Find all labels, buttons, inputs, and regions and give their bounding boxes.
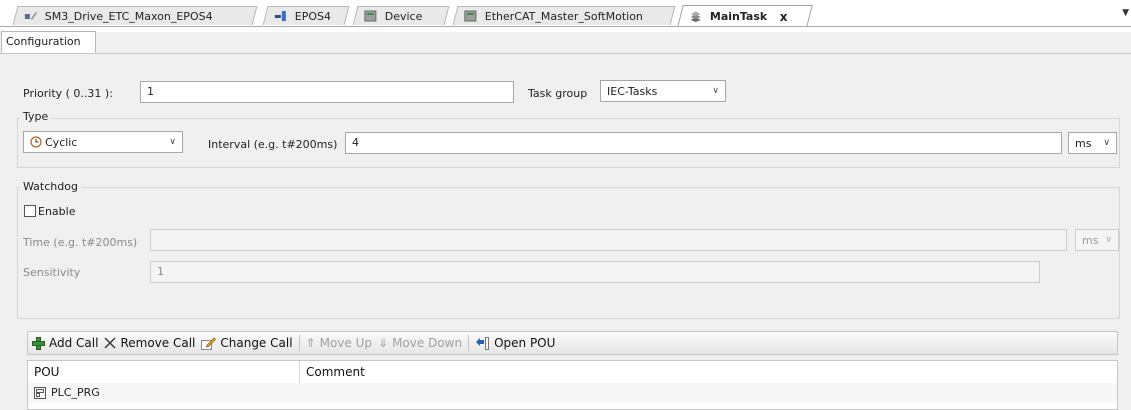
- watchdog-time-unit-select[interactable]: ms ∨: [1075, 229, 1119, 251]
- watchdog-sensitivity-label: Sensitivity: [23, 266, 81, 279]
- remove-x-icon: [104, 337, 116, 349]
- interval-unit-select[interactable]: ms ∨: [1068, 132, 1117, 154]
- content-divider: [0, 53, 1131, 54]
- tab-ethercat-master[interactable]: EtherCAT_Master_SoftMotion: [452, 6, 676, 25]
- column-header-pou[interactable]: POU: [28, 361, 300, 383]
- watchdog-time-label: Time (e.g. t#200ms): [23, 236, 138, 249]
- move-up-label: Move Up: [319, 336, 373, 350]
- watchdog-sensitivity-input[interactable]: 1: [150, 261, 1040, 283]
- priority-label: Priority ( 0..31 ):: [23, 87, 113, 100]
- move-down-label: Move Down: [392, 336, 463, 350]
- task-group-select[interactable]: IEC-Tasks ∨: [600, 80, 726, 102]
- drive-icon: [24, 12, 37, 20]
- task-group-label: Task group: [528, 87, 588, 100]
- watchdog-groupbox: [17, 187, 1120, 319]
- open-pou-icon: [476, 336, 490, 350]
- tab-epos4[interactable]: EPOS4: [262, 6, 350, 25]
- arrow-up-icon: ⇑: [305, 336, 316, 350]
- task-icon: [690, 11, 701, 22]
- tab-strip-divider: [0, 26, 1131, 27]
- tab-configuration[interactable]: Configuration: [1, 31, 96, 53]
- tab-label: Device: [384, 9, 423, 23]
- move-up-button[interactable]: ⇑ Move Up: [306, 336, 372, 350]
- open-pou-label: Open POU: [494, 336, 556, 350]
- program-icon: [34, 387, 46, 399]
- clock-icon: [30, 136, 42, 148]
- type-group-title: Type: [20, 110, 52, 123]
- chevron-down-icon: ∨: [1103, 138, 1110, 148]
- watchdog-time-input[interactable]: [150, 229, 1067, 251]
- pou-call-toolbar: Add Call Remove Call Change Call ⇑ Move …: [27, 331, 1118, 355]
- device-icon: [364, 10, 377, 22]
- change-call-label: Change Call: [220, 336, 293, 350]
- remove-call-button[interactable]: Remove Call: [104, 336, 195, 350]
- pou-cell: PLC_PRG: [51, 386, 100, 399]
- arrow-down-icon: ⇓: [378, 336, 389, 350]
- tab-maintask[interactable]: MainTask x: [677, 5, 813, 27]
- tab-list-dropdown-icon[interactable]: ▼: [1122, 8, 1129, 18]
- watchdog-enable-label: Enable: [38, 205, 76, 218]
- open-pou-button[interactable]: Open POU: [475, 336, 555, 350]
- watchdog-group-title: Watchdog: [20, 180, 81, 193]
- type-value: Cyclic: [45, 135, 78, 149]
- pou-table: POU Comment PLC_PRG: [27, 360, 1118, 410]
- interval-unit-value: ms: [1075, 136, 1092, 150]
- toolbar-separator: [468, 335, 470, 351]
- tab-label: MainTask: [709, 10, 768, 23]
- chevron-down-icon: ∨: [169, 137, 176, 147]
- column-header-comment[interactable]: Comment: [300, 361, 1117, 383]
- task-group-value: IEC-Tasks: [607, 84, 658, 98]
- plus-icon: [32, 336, 45, 350]
- toolbar-separator: [298, 335, 300, 351]
- tab-sm3-drive[interactable]: SM3_Drive_ETC_Maxon_EPOS4: [12, 6, 258, 25]
- tab-label: SM3_Drive_ETC_Maxon_EPOS4: [44, 9, 213, 23]
- priority-input[interactable]: 1: [140, 81, 514, 103]
- axis-icon: [274, 11, 286, 21]
- chevron-down-icon: ∨: [1105, 235, 1112, 245]
- editor-tab-strip: SM3_Drive_ETC_Maxon_EPOS4 EPOS4 Device E…: [0, 0, 1131, 32]
- tab-label: EtherCAT_Master_SoftMotion: [484, 9, 644, 23]
- ethercat-master-icon: [464, 10, 477, 22]
- watchdog-time-unit-value: ms: [1082, 233, 1099, 247]
- move-down-button[interactable]: ⇓ Move Down: [378, 336, 462, 350]
- chevron-down-icon: ∨: [712, 86, 719, 96]
- tab-device[interactable]: Device: [352, 6, 450, 25]
- interval-label: Interval (e.g. t#200ms): [208, 138, 338, 151]
- interval-input[interactable]: 4: [345, 132, 1062, 154]
- tab-label: EPOS4: [294, 9, 332, 23]
- add-call-button[interactable]: Add Call: [32, 336, 98, 350]
- edit-pencil-icon: [201, 337, 217, 350]
- close-tab-icon[interactable]: x: [780, 10, 788, 24]
- remove-call-label: Remove Call: [120, 336, 196, 350]
- add-call-label: Add Call: [49, 336, 99, 350]
- watchdog-enable-checkbox[interactable]: [24, 205, 36, 217]
- table-row[interactable]: PLC_PRG: [28, 383, 1117, 403]
- change-call-button[interactable]: Change Call: [201, 336, 293, 350]
- type-select[interactable]: Cyclic ∨: [23, 131, 183, 153]
